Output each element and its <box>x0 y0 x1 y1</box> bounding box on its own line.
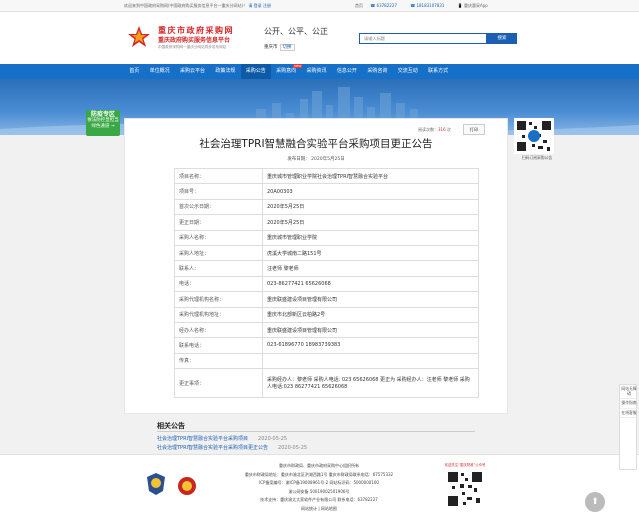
table-value: 2020年5月25日 <box>262 198 479 216</box>
app-link[interactable]: 📱 重庆惠采App <box>458 3 494 8</box>
table-row: 采购代理机构名称： 重庆联盛建设项目管理有限公司 <box>174 291 479 308</box>
table-key: 首次公示日期： <box>174 198 263 216</box>
region-selector: 重庆市 切换 <box>264 44 295 51</box>
nav-item[interactable]: 政策法规 <box>210 64 240 79</box>
table-value: 重庆联盛建设项目管理有限公司 <box>262 291 479 308</box>
gov-emblem-icon <box>178 477 196 495</box>
related-item[interactable]: 社会治理TPRI智慧融合实验平台采购项目 2020-05-25 <box>157 435 287 442</box>
table-key: 电话： <box>174 275 263 293</box>
table-value: 采购经办人：黎老师 采购人电话: 023 65626068 更正为 采购经办人：… <box>262 368 479 399</box>
table-row: 更正日期： 2020年5月25日 <box>174 214 479 231</box>
table-row: 项目名称： 重庆城市管理职业学院社会治理TPRI智慧融合实验平台 <box>174 167 479 185</box>
table-row: 项目号： 20A00303 <box>174 183 479 200</box>
logo-icon[interactable] <box>126 24 152 50</box>
login-link[interactable]: 请 登录 <box>248 3 261 8</box>
table-value <box>262 352 479 370</box>
header <box>0 12 639 64</box>
footer-qr-caption: 欢迎关注“重庆财政”公众号 <box>444 463 486 467</box>
nav-item[interactable]: 交流互动 <box>393 64 423 79</box>
footer-links[interactable]: 网站统计 | 网站地图 <box>214 505 424 514</box>
topbar-right: 首页 ☎ 63782227 ☎ 18183107831 📱 重庆惠采App <box>355 3 500 9</box>
search-button[interactable]: 搜索 <box>487 33 517 44</box>
top-bar: 欢迎来到中国政府采购网(中国政府购买服务信息平台—重庆分网站)！ 请 登录 注册… <box>0 0 639 12</box>
related-item[interactable]: 社会治理TPRI智慧融合实验平台采购项目更正公告 2020-05-25 <box>157 444 307 451</box>
print-button[interactable]: 打印 <box>463 124 485 135</box>
footer-info: 重庆市财政局、重庆市政府采购中心组织所有 重庆市财政局地址：重庆市渝北区洪湖西路… <box>214 462 424 514</box>
table-row: 更正事项： 采购经办人：黎老师 采购人电话: 023 65626068 更正为 采… <box>174 368 479 399</box>
table-row: 采购人地址： 虎溪大学城南二路151号 <box>174 244 479 262</box>
table-key: 更正日期： <box>174 214 263 231</box>
table-value: 重庆市北部新区云柏路2号 <box>262 306 479 323</box>
related-heading: 相关公告 <box>157 422 185 430</box>
logo-subtitle: 重庆政府购买服务信息平台 <box>158 37 231 44</box>
search-input[interactable]: 请输入标题 <box>359 33 487 44</box>
home-link[interactable]: 首页 <box>355 3 363 8</box>
table-key: 联系人： <box>174 260 263 277</box>
table-key: 采购人地址： <box>174 244 263 262</box>
nav-item[interactable]: 信息公开 <box>332 64 362 79</box>
table-key: 采购代理机构名称： <box>174 291 263 308</box>
customer-service-tool[interactable]: 在线客服 <box>620 409 638 419</box>
phone-1: ☎ 63782227 <box>370 3 397 8</box>
table-key: 项目名称： <box>174 167 263 185</box>
table-key: 联系电话： <box>174 337 263 354</box>
main-nav: 首页 单位概况 采购云平台 政策法规 采购公告 采购意向 NEW 采购资讯 信息公开 采购咨询 交流… <box>0 64 639 79</box>
right-toolbar: 网站无障碍 操作指南 在线客服 <box>619 384 638 470</box>
table-value: 023-61896770 18983739383 <box>262 337 479 354</box>
table-key: 经办人名称： <box>174 321 263 339</box>
table-key: 传真： <box>174 352 263 370</box>
table-row: 联系人： 汪老师 黎老师 <box>174 260 479 277</box>
table-key: 采购代理机构地址： <box>174 306 263 323</box>
related-divider <box>157 431 475 432</box>
guide-tool[interactable]: 操作指南 <box>620 399 638 409</box>
table-value: 汪老师 黎老师 <box>262 260 479 277</box>
epidemic-special-zone[interactable]: 防疫专区 依法防控显担当 绿色通道 → <box>86 110 120 136</box>
phone-2: ☎ 18183107831 <box>410 3 445 8</box>
table-row: 联系电话： 023-61896770 18983739383 <box>174 337 479 354</box>
slogan: 公开、公平、公正 <box>264 27 328 36</box>
read-count: 阅读次数：316 次 <box>418 127 451 132</box>
nav-item[interactable]: 采购公告 <box>240 64 271 79</box>
table-row: 采购人名称： 重庆城市管理职业学院 <box>174 229 479 246</box>
wechat-qr-code-icon <box>446 470 484 508</box>
welcome-text: 欢迎来到中国政府采购网(中国政府购买服务信息平台—重庆分网站)！ 请 登录 注册 <box>124 3 271 8</box>
nav-item[interactable]: 采购资讯 <box>301 64 331 79</box>
table-value: 023-86277421 65626068 <box>262 275 479 293</box>
table-key: 采购人名称： <box>174 229 263 246</box>
table-value: 2020年5月25日 <box>262 214 479 231</box>
nav-item[interactable]: 采购咨询 <box>362 64 392 79</box>
subscribe-qr-caption: 扫码订阅采购公告 <box>521 155 553 160</box>
register-link[interactable]: 注册 <box>263 3 271 8</box>
table-value: 20A00303 <box>262 183 479 200</box>
table-row: 经办人名称： 重庆联盛建设项目管理有限公司 <box>174 321 479 339</box>
nav-item[interactable]: 单位概况 <box>144 64 174 79</box>
table-value: 重庆联盛建设项目管理有限公司 <box>262 321 479 339</box>
subscribe-qr[interactable]: 扫码订阅采购公告 <box>514 118 556 168</box>
table-row: 电话： 023-86277421 65626068 <box>174 275 479 293</box>
qr-code-icon <box>514 118 554 154</box>
publish-date: 发布日期： 2020年5月25日 <box>287 157 345 162</box>
table-row: 首次公示日期： 2020年5月25日 <box>174 198 479 216</box>
info-table: 项目名称： 重庆城市管理职业学院社会治理TPRI智慧融合实验平台 项目号： 20A00… <box>174 167 479 399</box>
region-switch[interactable]: 切换 <box>279 44 295 51</box>
nav-item[interactable]: 联系方式 <box>423 64 453 79</box>
table-row: 采购代理机构地址： 重庆市北部新区云柏路2号 <box>174 306 479 323</box>
page-title: 社会治理TPRI智慧融合实验平台采购项目更正公告 <box>199 138 433 150</box>
table-value: 重庆城市管理职业学院 <box>262 229 479 246</box>
nav-item[interactable]: 采购云平台 <box>175 64 210 79</box>
table-key: 更正事项： <box>174 368 263 399</box>
table-value: 重庆城市管理职业学院社会治理TPRI智慧融合实验平台 <box>262 167 479 185</box>
accessibility-tool[interactable]: 网站无障碍 <box>620 385 638 400</box>
police-emblem-icon <box>147 473 165 495</box>
table-value: 虎溪大学城南二路151号 <box>262 244 479 262</box>
logo-subtext: 中国政府采购网一重庆分网站同步发布网站 <box>158 45 227 49</box>
table-key: 项目号： <box>174 183 263 200</box>
nav-item[interactable]: 首页 <box>124 64 144 79</box>
back-to-top-button[interactable]: ⬆ <box>585 492 605 512</box>
nav-item[interactable]: 采购意向 NEW <box>271 64 303 79</box>
table-row: 传真： <box>174 352 479 370</box>
